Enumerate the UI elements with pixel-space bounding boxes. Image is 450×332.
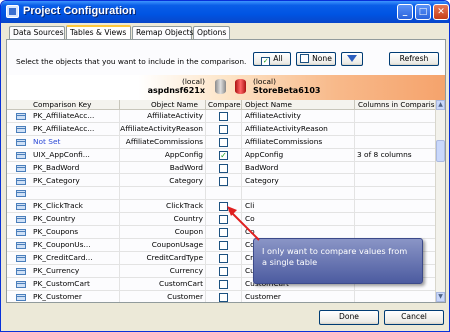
annotation-arrow — [227, 206, 260, 241]
cancel-button[interactable]: Cancel — [384, 310, 444, 325]
done-button[interactable]: Done — [319, 310, 379, 325]
tab-options[interactable]: Options — [193, 26, 230, 39]
title-bar: Project Configuration _ □ ✕ — [1, 1, 449, 23]
app-icon — [6, 5, 19, 18]
tab-data-sources[interactable]: Data Sources — [9, 26, 65, 39]
tab-remap-objects[interactable]: Remap Objects — [132, 26, 194, 39]
project-configuration-window: Project Configuration _ □ ✕ Data Sources… — [0, 0, 450, 332]
minimize-button[interactable]: _ — [397, 4, 413, 20]
tables-views-panel: Select the objects that you want to incl… — [6, 39, 446, 303]
window-title: Project Configuration — [23, 5, 136, 17]
tab-tables-views[interactable]: Tables & Views — [66, 25, 131, 40]
maximize-button[interactable]: □ — [415, 4, 431, 20]
close-button[interactable]: ✕ — [433, 4, 449, 20]
